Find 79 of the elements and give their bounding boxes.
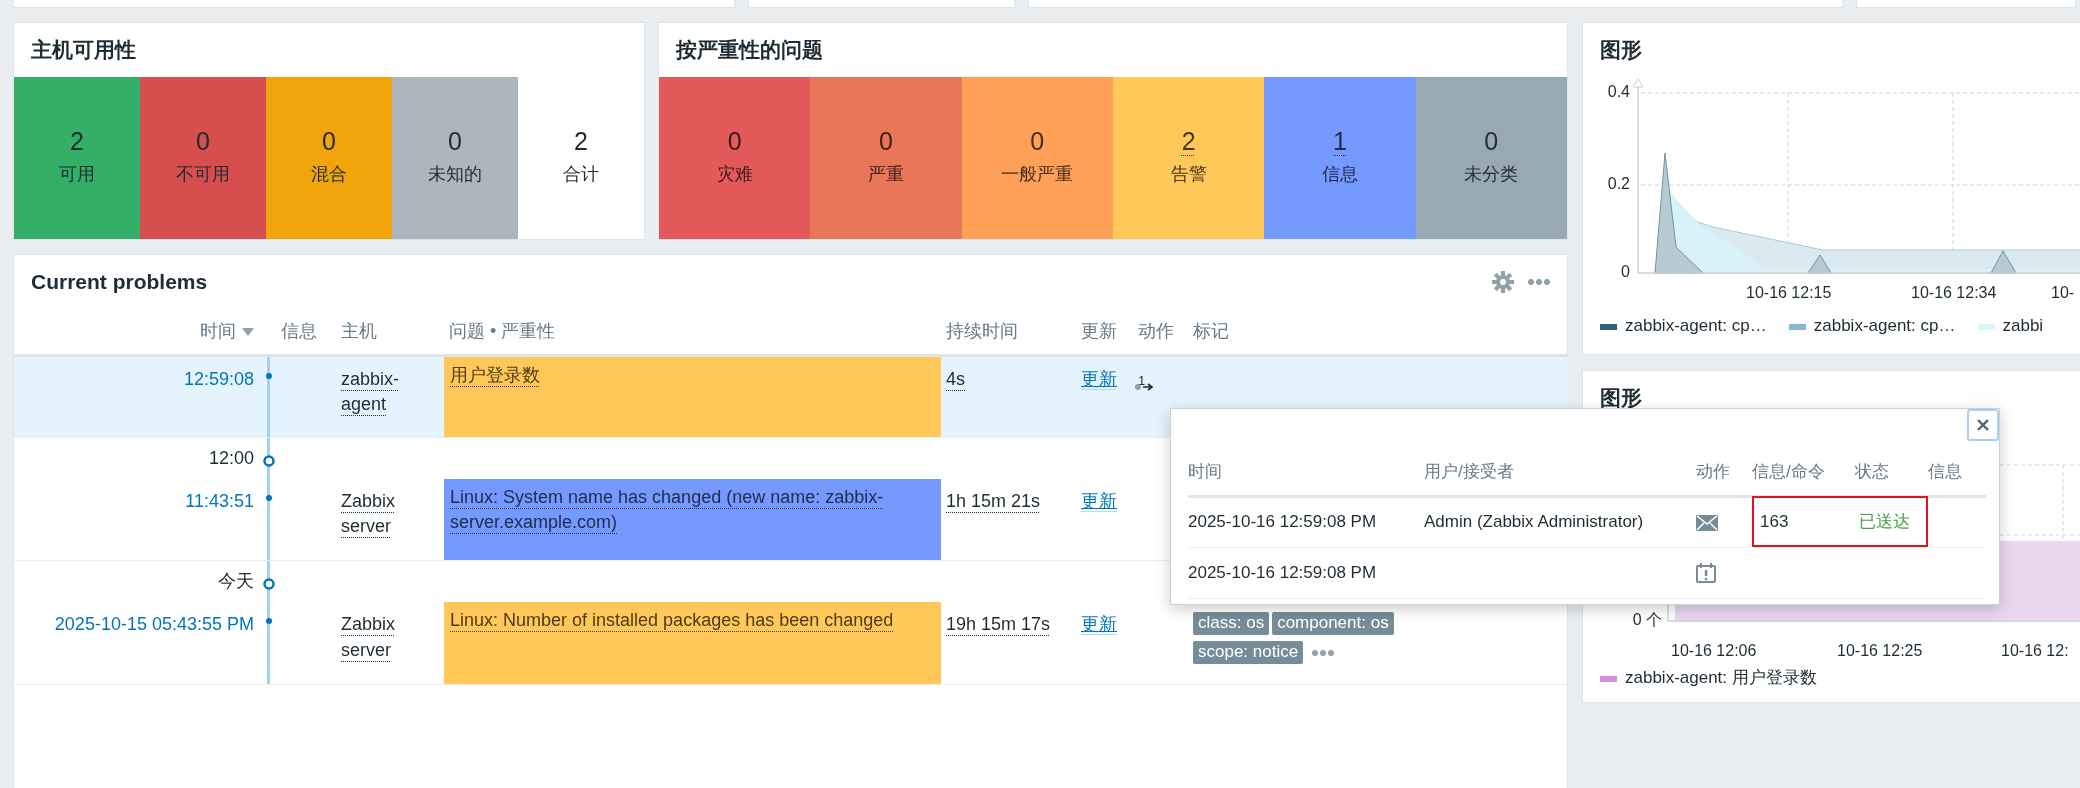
legend-label: zabbi	[2002, 316, 2044, 335]
legend-label: zabbix-agent: cp…	[1813, 316, 1956, 335]
time-text: 2025-10-16 12:59:08 PM	[1188, 562, 1377, 582]
widget-title: 图形	[1600, 37, 1642, 64]
calendar-alert-icon	[1696, 563, 1716, 584]
column-header: 时间	[1188, 462, 1222, 481]
axis-label: 10-16 12:34	[1911, 283, 1997, 303]
time-link[interactable]: 11:43:51	[185, 490, 254, 511]
duration-text: 4s	[946, 368, 965, 389]
status-tile: 0 不可用	[140, 77, 266, 239]
timeline-dot-icon	[266, 618, 272, 625]
update-link[interactable]: 更新	[1081, 490, 1117, 512]
column-header: 持续时间	[946, 320, 1018, 341]
column-header: 标记	[1193, 320, 1229, 341]
tag: class: os	[1193, 612, 1270, 636]
widget-title: Current problems	[31, 269, 208, 296]
recipient-text: Admin (Zabbix Administrator)	[1424, 512, 1644, 532]
column-header: 信息	[281, 320, 317, 341]
problem-link[interactable]: Linux: System name has changed (new name: zabbix-server.example.com)	[450, 484, 935, 536]
update-link[interactable]: 更新	[1081, 614, 1117, 636]
update-link[interactable]: 更新	[1081, 368, 1117, 390]
axis-label: 10-16 12:	[2001, 641, 2069, 661]
widget-title: 主机可用性	[31, 37, 136, 64]
problem-link[interactable]: 用户登录数	[450, 362, 935, 388]
status-tile[interactable]: 1 信息	[1264, 77, 1416, 239]
time-link[interactable]: 12:59:08	[183, 368, 254, 389]
more-icon[interactable]	[1312, 649, 1335, 656]
column-header: 动作	[1696, 462, 1730, 481]
column-header: 信息/命令	[1752, 462, 1825, 481]
column-header: 更新	[1081, 320, 1117, 341]
axis-label: 0.2	[1607, 174, 1630, 194]
more-icon[interactable]	[1528, 279, 1550, 285]
timeline-label: 今天	[218, 571, 254, 592]
timeline-dot-icon	[266, 372, 272, 379]
axis-label: 0 个	[1632, 610, 1662, 630]
column-header: 主机	[341, 320, 377, 341]
axis-label: 10-16 12:25	[1837, 641, 1923, 661]
legend-label: zabbix-agent: cp…	[1625, 316, 1767, 335]
status-tile[interactable]: 2 告警	[1113, 77, 1265, 239]
time-text: 2025-10-16 12:59:08 PM	[1188, 512, 1377, 532]
status-tile: 0 混合	[266, 77, 392, 239]
status-tile[interactable]: 0 灾难	[659, 77, 811, 239]
tag: component: os	[1272, 612, 1394, 636]
close-icon	[1976, 418, 1990, 432]
axis-label: 10-16 12:06	[1671, 641, 1757, 661]
axis-label: 10-16 12:15	[1746, 283, 1832, 303]
timeline-circle-icon	[263, 454, 275, 467]
settings-icon[interactable]	[1492, 271, 1514, 293]
message-text: 163	[1759, 511, 1790, 534]
timeline-circle-icon	[263, 578, 275, 591]
time-link[interactable]: 2025-10-15 05:43:55 PM	[54, 614, 254, 635]
axis-label: 0.4	[1607, 82, 1630, 102]
column-header: 动作	[1138, 320, 1174, 341]
close-button[interactable]	[1967, 409, 1999, 441]
column-header: 用户/接受者	[1424, 462, 1514, 481]
status-text: 已送达	[1859, 511, 1910, 534]
host-link[interactable]: Zabbix server	[341, 488, 439, 540]
envelope-icon	[1696, 514, 1718, 531]
column-header: 问题 • 严重性	[449, 320, 556, 341]
column-header: 状态	[1855, 462, 1889, 481]
widget-title: 图形	[1600, 385, 1642, 412]
status-tile[interactable]: 0 严重	[810, 77, 962, 239]
tag: scope: notice	[1193, 641, 1304, 665]
column-header[interactable]: 时间	[200, 320, 236, 341]
timeline-dot-icon	[266, 494, 272, 501]
axis-label: 0	[1621, 262, 1630, 282]
problem-link[interactable]: Linux: Number of installed packages has been changed	[450, 608, 935, 634]
axis-label: 10-	[2051, 283, 2075, 303]
status-tile: 2 可用	[14, 77, 140, 239]
column-header: 信息	[1928, 462, 1962, 481]
legend-label: zabbix-agent: 用户登录数	[1625, 668, 1817, 687]
status-tile[interactable]: 0 一般严重	[961, 77, 1113, 239]
duration-text: 19h 15m 17s	[946, 614, 1051, 635]
status-tile: 0 未知的	[392, 77, 518, 239]
timeline-label: 12:00	[208, 447, 254, 468]
host-link[interactable]: Zabbix server	[341, 612, 439, 663]
widget-title: 按严重性的问题	[676, 37, 823, 64]
duration-text: 1h 15m 21s	[946, 490, 1041, 511]
status-tile[interactable]: 0 未分类	[1415, 77, 1567, 239]
